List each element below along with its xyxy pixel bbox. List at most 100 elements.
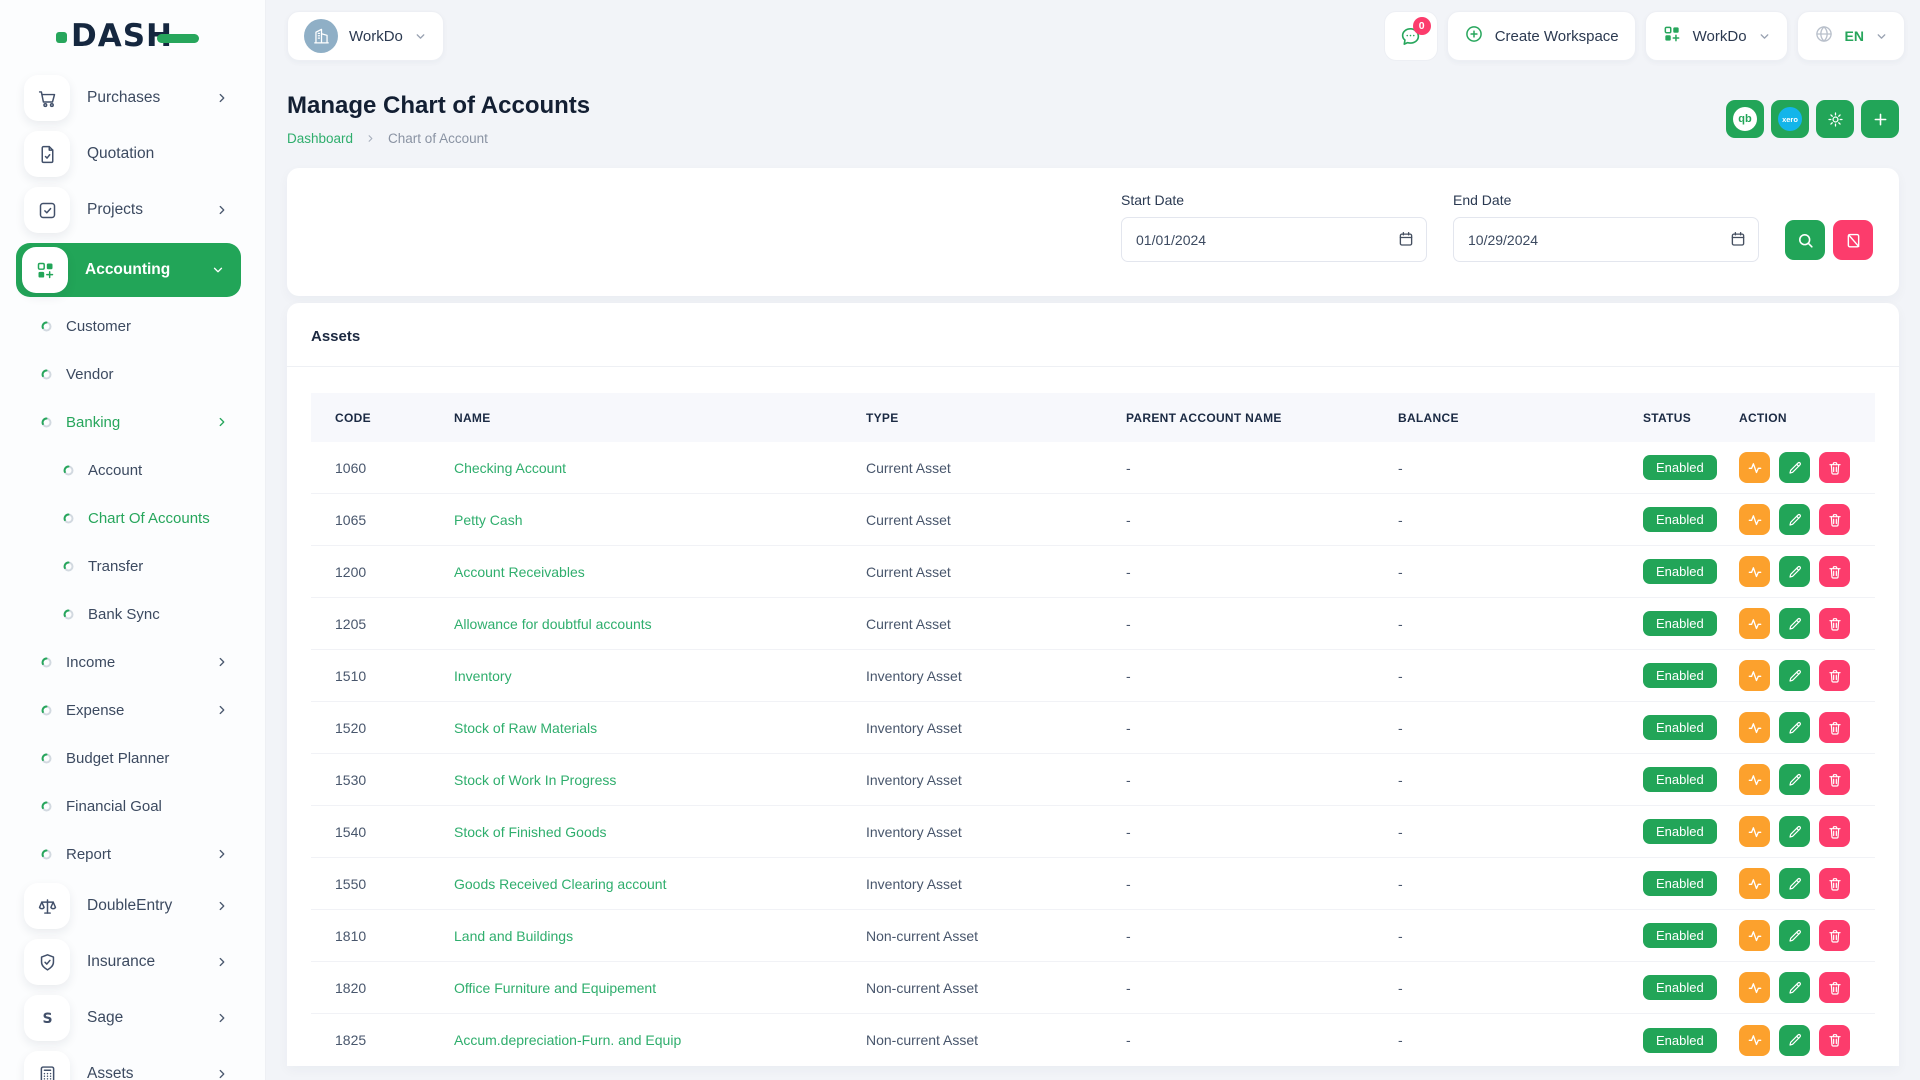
activity-button[interactable] <box>1739 660 1770 691</box>
language-selector[interactable]: EN <box>1797 11 1905 61</box>
account-name-link[interactable]: Stock of Finished Goods <box>454 824 607 840</box>
account-name-link[interactable]: Account Receivables <box>454 564 585 580</box>
xero-button[interactable]: xero <box>1771 100 1809 138</box>
account-name-link[interactable]: Office Furniture and Equipement <box>454 980 656 996</box>
sidebar-item-insurance[interactable]: Insurance <box>0 934 265 990</box>
sidebar-item-report[interactable]: Report <box>0 830 265 878</box>
action-cell <box>1739 660 1875 691</box>
activity-button[interactable] <box>1739 556 1770 587</box>
delete-button[interactable] <box>1819 608 1850 639</box>
status-badge[interactable]: Enabled <box>1643 1028 1717 1053</box>
status-badge[interactable]: Enabled <box>1643 507 1717 532</box>
sidebar-item-quotation[interactable]: Quotation <box>0 126 265 182</box>
edit-button[interactable] <box>1779 556 1810 587</box>
delete-button[interactable] <box>1819 452 1850 483</box>
activity-button[interactable] <box>1739 452 1770 483</box>
edit-button[interactable] <box>1779 920 1810 951</box>
settings-button[interactable] <box>1816 100 1854 138</box>
edit-button[interactable] <box>1779 452 1810 483</box>
sidebar-item-transfer[interactable]: Transfer <box>0 542 265 590</box>
edit-button[interactable] <box>1779 1025 1810 1056</box>
sidebar-item-expense[interactable]: Expense <box>0 686 265 734</box>
status-badge[interactable]: Enabled <box>1643 819 1717 844</box>
status-badge[interactable]: Enabled <box>1643 611 1717 636</box>
status-badge[interactable]: Enabled <box>1643 455 1717 480</box>
sidebar-item-purchases[interactable]: Purchases <box>0 70 265 126</box>
messages-button[interactable]: 0 <box>1384 11 1438 61</box>
workdo-menu-button[interactable]: WorkDo <box>1645 11 1788 61</box>
edit-button[interactable] <box>1779 868 1810 899</box>
sidebar-item-vendor[interactable]: Vendor <box>0 350 265 398</box>
edit-button[interactable] <box>1779 972 1810 1003</box>
account-name-link[interactable]: Petty Cash <box>454 512 522 528</box>
account-name-link[interactable]: Checking Account <box>454 460 566 476</box>
sidebar-item-financial-goal[interactable]: Financial Goal <box>0 782 265 830</box>
edit-button[interactable] <box>1779 608 1810 639</box>
sidebar-item-assets[interactable]: Assets <box>0 1046 265 1080</box>
activity-button[interactable] <box>1739 972 1770 1003</box>
status-badge[interactable]: Enabled <box>1643 767 1717 792</box>
workspace-switcher[interactable]: WorkDo <box>287 11 444 61</box>
page-title: Manage Chart of Accounts <box>287 92 590 120</box>
delete-button[interactable] <box>1819 712 1850 743</box>
parent-account-cell: - <box>1126 668 1398 684</box>
create-workspace-button[interactable]: Create Workspace <box>1447 11 1636 61</box>
quickbooks-button[interactable]: qb <box>1726 100 1764 138</box>
account-name-link[interactable]: Goods Received Clearing account <box>454 876 666 892</box>
edit-button[interactable] <box>1779 504 1810 535</box>
sidebar-item-budget-planner[interactable]: Budget Planner <box>0 734 265 782</box>
account-name-link[interactable]: Stock of Work In Progress <box>454 772 616 788</box>
activity-button[interactable] <box>1739 1025 1770 1056</box>
edit-button[interactable] <box>1779 816 1810 847</box>
activity-button[interactable] <box>1739 712 1770 743</box>
status-badge[interactable]: Enabled <box>1643 559 1717 584</box>
reset-filter-button[interactable] <box>1833 220 1873 260</box>
activity-button[interactable] <box>1739 920 1770 951</box>
sidebar-item-chart-of-accounts[interactable]: Chart Of Accounts <box>0 494 265 542</box>
sidebar-item-projects[interactable]: Projects <box>0 182 265 238</box>
sidebar-item-accounting[interactable]: Accounting <box>16 242 241 298</box>
brand-logo[interactable]: DASH <box>0 0 265 62</box>
sidebar-item-sage[interactable]: S Sage <box>0 990 265 1046</box>
status-badge[interactable]: Enabled <box>1643 923 1717 948</box>
delete-button[interactable] <box>1819 1025 1850 1056</box>
delete-button[interactable] <box>1819 764 1850 795</box>
search-button[interactable] <box>1785 220 1825 260</box>
account-name-link[interactable]: Accum.depreciation-Furn. and Equip <box>454 1032 681 1048</box>
delete-button[interactable] <box>1819 920 1850 951</box>
delete-button[interactable] <box>1819 504 1850 535</box>
account-name-link[interactable]: Allowance for doubtful accounts <box>454 616 652 632</box>
end-date-input[interactable] <box>1453 217 1759 262</box>
delete-button[interactable] <box>1819 816 1850 847</box>
activity-button[interactable] <box>1739 608 1770 639</box>
sidebar-item-bank-sync[interactable]: Bank Sync <box>0 590 265 638</box>
delete-button[interactable] <box>1819 868 1850 899</box>
edit-button[interactable] <box>1779 660 1810 691</box>
start-date-input[interactable] <box>1121 217 1427 262</box>
account-name-link[interactable]: Inventory <box>454 668 512 684</box>
delete-button[interactable] <box>1819 972 1850 1003</box>
activity-button[interactable] <box>1739 816 1770 847</box>
account-name-link[interactable]: Stock of Raw Materials <box>454 720 597 736</box>
activity-button[interactable] <box>1739 764 1770 795</box>
delete-button[interactable] <box>1819 556 1850 587</box>
sidebar-item-customer[interactable]: Customer <box>0 302 265 350</box>
status-badge[interactable]: Enabled <box>1643 715 1717 740</box>
activity-button[interactable] <box>1739 504 1770 535</box>
status-badge[interactable]: Enabled <box>1643 663 1717 688</box>
status-badge[interactable]: Enabled <box>1643 871 1717 896</box>
sidebar-item-doubleentry[interactable]: DoubleEntry <box>0 878 265 934</box>
breadcrumb-link-dashboard[interactable]: Dashboard <box>287 131 353 146</box>
trash-icon <box>1827 512 1843 528</box>
end-date-field: End Date <box>1453 192 1759 262</box>
activity-button[interactable] <box>1739 868 1770 899</box>
edit-button[interactable] <box>1779 764 1810 795</box>
delete-button[interactable] <box>1819 660 1850 691</box>
account-name-link[interactable]: Land and Buildings <box>454 928 573 944</box>
status-badge[interactable]: Enabled <box>1643 975 1717 1000</box>
sidebar-item-income[interactable]: Income <box>0 638 265 686</box>
sidebar-item-banking[interactable]: Banking <box>0 398 265 446</box>
edit-button[interactable] <box>1779 712 1810 743</box>
sidebar-item-account[interactable]: Account <box>0 446 265 494</box>
add-button[interactable] <box>1861 100 1899 138</box>
